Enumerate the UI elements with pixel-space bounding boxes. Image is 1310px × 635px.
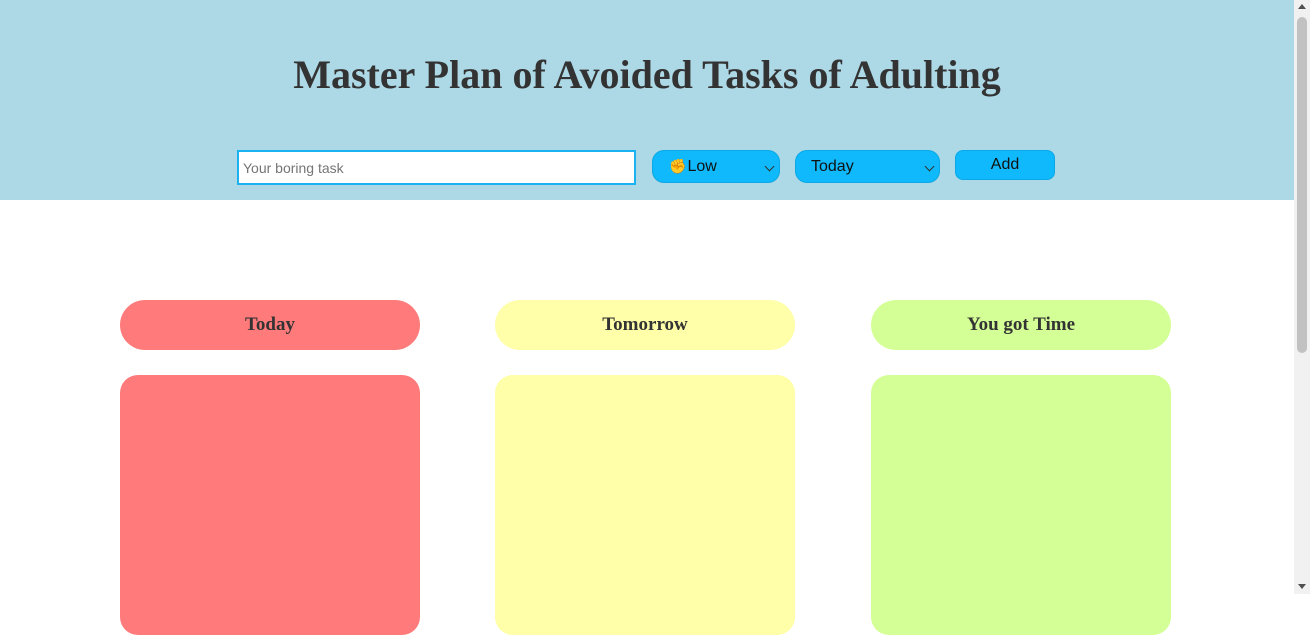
- add-button[interactable]: Add: [955, 150, 1055, 180]
- chevron-down-icon: [764, 161, 775, 172]
- column-header-today: Today: [120, 300, 420, 350]
- scrollbar-thumb[interactable]: [1297, 17, 1307, 353]
- scroll-up-arrow-icon[interactable]: [1298, 4, 1306, 9]
- column-title: Today: [245, 314, 295, 335]
- priority-selected-value: Low: [687, 157, 717, 175]
- task-list-today: [120, 375, 420, 635]
- column-header-you-got-time: You got Time: [871, 300, 1171, 350]
- scroll-down-arrow-icon[interactable]: [1298, 584, 1306, 589]
- fist-icon: ✊: [669, 158, 687, 174]
- task-list-tomorrow: [495, 375, 795, 635]
- due-selected-value: Today: [811, 157, 854, 175]
- column-title: You got Time: [966, 314, 1076, 335]
- task-list-you-got-time: [871, 375, 1171, 635]
- column-title: Tomorrow: [602, 314, 688, 335]
- chevron-down-icon: [924, 161, 935, 172]
- column-header-tomorrow: Tomorrow: [495, 300, 795, 350]
- due-select[interactable]: Today: [795, 150, 940, 183]
- task-input[interactable]: [237, 150, 636, 185]
- page-title: Master Plan of Avoided Tasks of Adulting: [293, 52, 1001, 97]
- header-banner: Master Plan of Avoided Tasks of Adulting: [0, 0, 1294, 200]
- priority-select[interactable]: ✊ Low: [652, 150, 780, 183]
